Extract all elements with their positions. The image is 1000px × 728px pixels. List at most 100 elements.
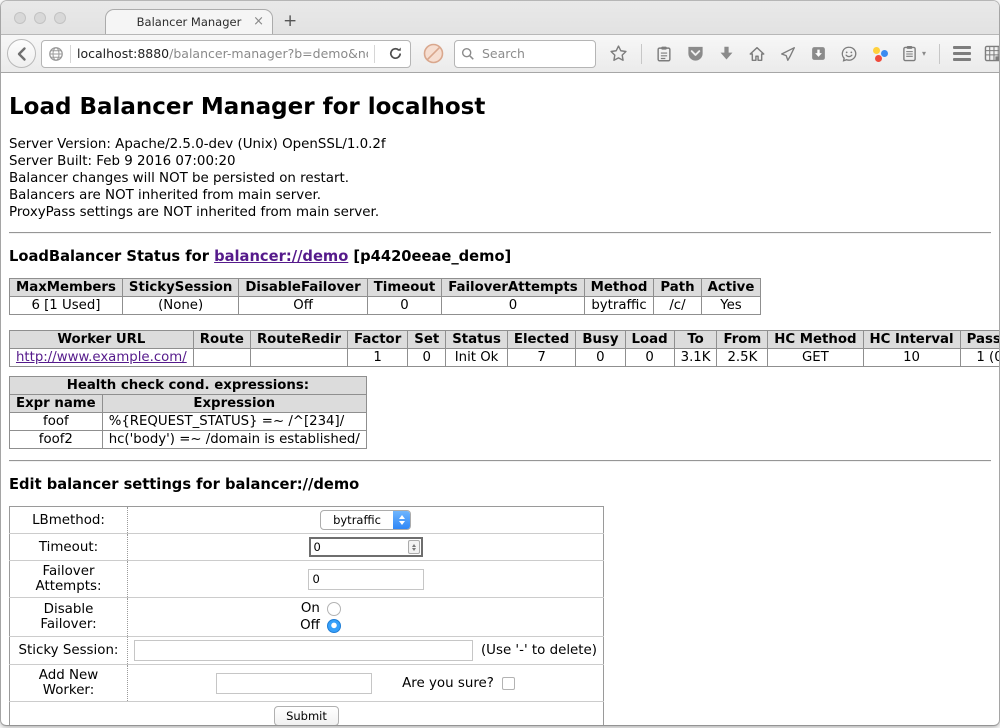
page-title: Load Balancer Manager for localhost	[9, 94, 991, 120]
timeout-label: Timeout:	[10, 534, 128, 561]
home-icon[interactable]	[748, 45, 766, 63]
notice-proxypass: ProxyPass settings are NOT inherited fro…	[9, 205, 991, 222]
column-header: HC Interval	[863, 331, 960, 349]
table-cell: %{REQUEST_STATUS} =~ /^[234]/	[102, 413, 366, 431]
globe-icon	[48, 46, 64, 62]
table-header-row: Health check cond. expressions:	[10, 377, 367, 395]
feedback-smiley-icon[interactable]	[840, 45, 858, 63]
column-header: Worker URL	[10, 331, 194, 349]
table-header-row: Worker URL Route RouteRedir Factor Set S…	[10, 331, 1000, 349]
timeout-input[interactable]	[309, 537, 423, 557]
notice-persist: Balancer changes will NOT be persisted o…	[9, 171, 991, 188]
table-cell: 6 [1 Used]	[10, 297, 123, 315]
form-row-submit: Submit	[10, 702, 604, 725]
url-bar[interactable]: localhost:8880/balancer-manager?b=demo&n…	[41, 40, 411, 68]
are-you-sure-checkbox[interactable]	[502, 677, 515, 690]
reading-list-icon[interactable]	[655, 45, 673, 63]
downloads-icon[interactable]	[718, 45, 735, 62]
select-stepper-icon	[393, 511, 410, 529]
column-header: Active	[701, 279, 761, 297]
failover-off-radio[interactable]	[327, 619, 341, 633]
table-cell: Yes	[701, 297, 761, 315]
status-heading: LoadBalancer Status for balancer://demo …	[9, 248, 991, 265]
search-input[interactable]	[480, 45, 580, 62]
back-button[interactable]	[7, 39, 36, 68]
tab-close-icon[interactable]: ×	[253, 14, 264, 29]
column-header: FailoverAttempts	[442, 279, 584, 297]
minimize-window-button[interactable]	[34, 12, 46, 24]
table-cell: 1 (0)	[960, 349, 999, 367]
table-cell	[193, 349, 250, 367]
table-cell: 0	[367, 297, 441, 315]
extension-dots-icon[interactable]	[871, 45, 889, 63]
column-header: Route	[193, 331, 250, 349]
lbmethod-select[interactable]: bytraffic	[320, 510, 411, 530]
close-window-button[interactable]	[14, 12, 26, 24]
form-row-failover-attempts: Failover Attempts:	[10, 561, 604, 598]
sticky-session-hint: (Use '-' to delete)	[481, 643, 597, 658]
table-cell: bytraffic	[584, 297, 654, 315]
balancer-link[interactable]: balancer://demo	[214, 248, 348, 265]
toolbar-icons: ▾	[609, 44, 999, 64]
table-cell: Init Ok	[446, 349, 508, 367]
status-heading-prefix: LoadBalancer Status for	[9, 248, 214, 265]
table-cell: (None)	[122, 297, 238, 315]
reload-button[interactable]	[388, 46, 403, 61]
form-row-sticky-session: Sticky Session: (Use '-' to delete)	[10, 637, 604, 665]
balancer-status-table: MaxMembers StickySession DisableFailover…	[9, 278, 761, 315]
disable-failover-label: Disable Failover:	[10, 598, 128, 637]
failover-attempts-input[interactable]	[308, 569, 424, 590]
zoom-window-button[interactable]	[54, 12, 66, 24]
column-header: Load	[625, 331, 674, 349]
form-row-add-worker: Add New Worker: Are you sure?	[10, 665, 604, 702]
url-path: /balancer-manager?b=demo&nonce=decc37be-…	[169, 46, 368, 61]
send-plane-icon[interactable]	[779, 45, 797, 63]
tab-balancer-manager[interactable]: Balancer Manager ×	[105, 9, 273, 34]
add-worker-input[interactable]	[216, 673, 372, 694]
pocket-icon[interactable]	[686, 44, 705, 63]
window-controls	[14, 12, 66, 24]
table-header-row: Expr name Expression	[10, 395, 367, 413]
column-header: Factor	[348, 331, 408, 349]
notice-balancers: Balancers are NOT inherited from main se…	[9, 188, 991, 205]
column-header: Busy	[576, 331, 625, 349]
table-cell: 0	[625, 349, 674, 367]
form-row-lbmethod: LBmethod: bytraffic	[10, 507, 604, 534]
failover-on-radio[interactable]	[327, 602, 341, 616]
column-header: Passes	[960, 331, 999, 349]
table-cell: 0	[408, 349, 446, 367]
chevron-down-icon[interactable]: ▾	[922, 49, 926, 58]
worker-url-link[interactable]: http://www.example.com/	[16, 350, 187, 365]
table-cell: 7	[507, 349, 575, 367]
column-header: Elected	[507, 331, 575, 349]
health-check-title: Health check cond. expressions:	[10, 377, 367, 395]
adblock-icon[interactable]	[423, 43, 444, 64]
table-cell: 1	[348, 349, 408, 367]
search-bar[interactable]	[454, 40, 596, 68]
worker-table: Worker URL Route RouteRedir Factor Set S…	[9, 330, 999, 367]
number-spinner-icon[interactable]	[408, 540, 420, 554]
urlbar-divider	[70, 45, 71, 63]
url-domain: localhost:8880	[77, 46, 169, 61]
lbmethod-selected-value: bytraffic	[321, 511, 393, 529]
menu-icon[interactable]	[953, 46, 971, 61]
table-cell	[250, 349, 347, 367]
server-info: Server Version: Apache/2.5.0-dev (Unix) …	[9, 137, 991, 221]
bookmark-star-icon[interactable]	[609, 44, 628, 63]
lbmethod-label: LBmethod:	[10, 507, 128, 534]
url-text[interactable]: localhost:8880/balancer-manager?b=demo&n…	[77, 46, 368, 61]
new-tab-button[interactable]: +	[283, 11, 297, 31]
session-panel-icon[interactable]	[902, 45, 917, 62]
column-header: Method	[584, 279, 654, 297]
table-row: foof2 hc('body') =~ /domain is establish…	[10, 431, 367, 449]
table-cell: 0	[442, 297, 584, 315]
frame-download-icon[interactable]	[810, 45, 827, 62]
column-header: Expression	[102, 395, 366, 413]
grid-capture-icon[interactable]	[984, 45, 999, 62]
sticky-session-input[interactable]	[134, 640, 473, 661]
table-cell: 10	[863, 349, 960, 367]
table-row: 6 [1 Used] (None) Off 0 0 bytraffic /c/ …	[10, 297, 761, 315]
submit-button[interactable]: Submit	[274, 706, 339, 725]
table-cell: 3.1K	[674, 349, 717, 367]
add-worker-label: Add New Worker:	[10, 665, 128, 702]
